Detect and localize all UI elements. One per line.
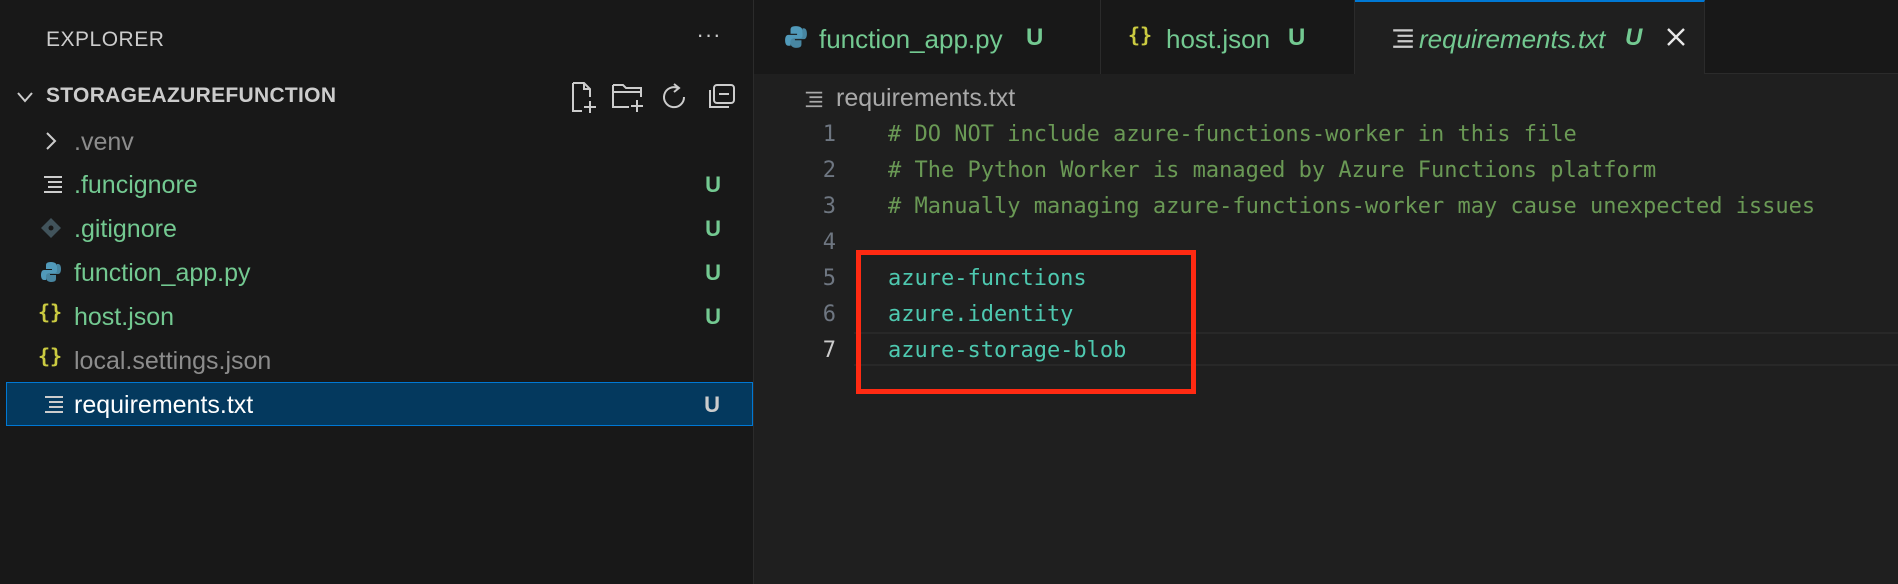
tree-item-label: function_app.py — [74, 259, 251, 287]
tree-item-label: local.settings.json — [74, 347, 272, 375]
python-icon — [785, 26, 807, 48]
line-number: 1 — [822, 122, 836, 147]
json-icon: {} — [1128, 23, 1153, 47]
line-number: 6 — [822, 302, 836, 327]
text-file-icon — [1393, 29, 1413, 48]
untracked-badge: U — [1026, 24, 1044, 51]
code-text: # DO NOT include azure-functions-worker … — [888, 122, 1577, 147]
line-number: 7 — [822, 338, 836, 363]
untracked-badge: U — [1625, 24, 1643, 51]
tree-item-venv[interactable]: .venv — [6, 120, 753, 162]
tree-item-label: .funcignore — [74, 171, 198, 199]
git-file-icon — [41, 218, 61, 238]
tree-item-requirements[interactable]: requirements.txt U — [6, 382, 753, 426]
tab-label: requirements.txt — [1419, 24, 1606, 54]
section-actions — [565, 80, 745, 114]
new-file-icon[interactable] — [565, 80, 599, 114]
highlight-box — [856, 250, 1196, 394]
line-number: 2 — [822, 158, 836, 183]
untracked-badge: U — [705, 172, 721, 197]
more-actions-icon[interactable]: ··· — [692, 22, 726, 56]
collapse-all-icon[interactable] — [705, 80, 739, 114]
code-line: 2 # The Python Worker is managed by Azur… — [754, 154, 1898, 190]
code-text: # The Python Worker is managed by Azure … — [888, 158, 1657, 183]
text-file-icon — [44, 176, 62, 193]
new-folder-icon[interactable] — [611, 80, 645, 114]
line-number: 5 — [822, 266, 836, 291]
explorer-sidebar: EXPLORER ··· STORAGEAZUREFUNCTION .venv … — [0, 0, 754, 584]
tree-item-funcignore[interactable]: .funcignore U — [6, 163, 753, 205]
tree-item-label: host.json — [74, 303, 175, 331]
tree-item-local-settings[interactable]: {} local.settings.json — [6, 339, 753, 381]
code-line: 1 # DO NOT include azure-functions-worke… — [754, 118, 1898, 154]
line-number: 3 — [822, 194, 836, 219]
text-file-icon — [805, 91, 823, 108]
tree-item-label: .venv — [74, 128, 134, 156]
line-number: 4 — [822, 230, 836, 255]
tree-item-label: .gitignore — [74, 215, 177, 243]
close-icon[interactable] — [1665, 26, 1687, 48]
chevron-right-icon — [46, 132, 57, 150]
code-text: # Manually managing azure-functions-work… — [888, 194, 1816, 219]
explorer-header: EXPLORER ··· — [0, 0, 753, 78]
tree-item-host-json[interactable]: {} host.json U — [6, 295, 753, 337]
tab-label: host.json — [1166, 24, 1271, 54]
untracked-badge: U — [705, 216, 721, 241]
json-icon: {} — [38, 344, 63, 368]
text-file-icon — [45, 396, 63, 413]
tab-host-json[interactable]: {} host.json U — [1101, 0, 1355, 74]
tab-label: function_app.py — [819, 24, 1003, 54]
refresh-icon[interactable] — [658, 80, 692, 114]
breadcrumb-file: requirements.txt — [836, 84, 1016, 112]
code-line: 3 # Manually managing azure-functions-wo… — [754, 190, 1898, 226]
python-icon — [41, 262, 61, 282]
tree-item-gitignore[interactable]: .gitignore U — [6, 207, 753, 249]
tab-requirements[interactable]: requirements.txt U — [1355, 0, 1705, 74]
explorer-title: EXPLORER — [46, 28, 165, 51]
untracked-badge: U — [705, 260, 721, 285]
tree-item-label: requirements.txt — [74, 391, 254, 419]
tab-bar: function_app.py U {} host.json U require… — [754, 0, 1898, 74]
workspace-title: STORAGEAZUREFUNCTION — [46, 84, 337, 107]
untracked-badge: U — [1288, 24, 1306, 51]
tree-item-function-app[interactable]: function_app.py U — [6, 251, 753, 293]
chevron-down-icon — [17, 92, 33, 103]
tab-function-app[interactable]: function_app.py U — [754, 0, 1101, 74]
untracked-badge: U — [705, 304, 721, 329]
json-icon: {} — [38, 300, 63, 324]
untracked-badge: U — [704, 392, 720, 417]
